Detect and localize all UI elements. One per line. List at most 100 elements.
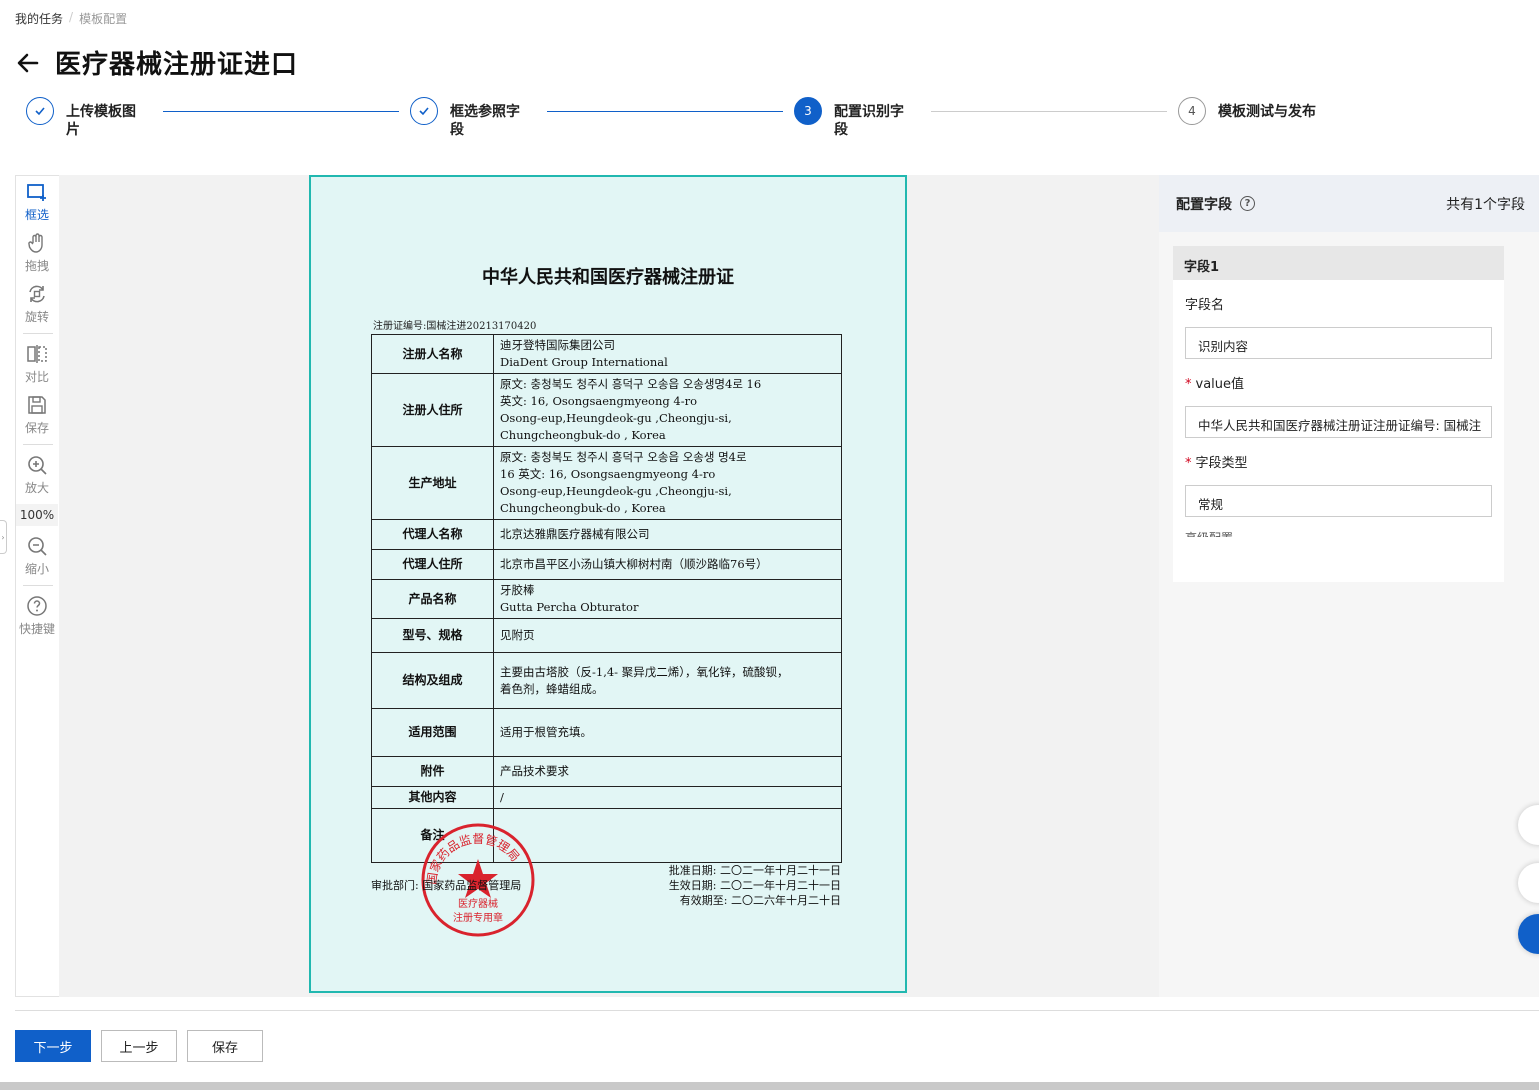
config-panel: 配置字段 ? 共有1个字段 字段1 字段名 识别内容 * value值 中华人民共… — [1159, 175, 1539, 997]
document-row-key: 代理人名称 — [371, 519, 494, 550]
type-label-text: 字段类型 — [1195, 456, 1248, 471]
breadcrumb-current: 模板配置 — [79, 12, 128, 26]
value-input[interactable]: 中华人民共和国医疗器械注册证注册证编号: 国械注 — [1185, 406, 1492, 438]
approve-date: 批准日期: 二〇二一年十月二十一日 — [668, 864, 841, 877]
help-icon[interactable]: ? — [1240, 196, 1255, 211]
select-tool-label: 框选 — [24, 207, 49, 222]
zoom-out-tool[interactable]: 缩小 — [16, 530, 58, 581]
image-canvas[interactable]: 中华人民共和国医疗器械注册证 注册证编号:国械注进20213170420 注册人… — [59, 175, 1159, 997]
document-row-line: Chungcheongbuk-do , Korea — [500, 428, 666, 442]
breadcrumb-home[interactable]: 我的任务 — [15, 10, 63, 27]
step-label: 配置识别字段 — [834, 104, 904, 138]
step-4: 4 模板测试与发布 — [1178, 97, 1338, 125]
prev-button[interactable]: 上一步 — [101, 1030, 177, 1062]
zoom-in-tool[interactable]: 放大 — [16, 449, 58, 500]
taskbar — [0, 1082, 1539, 1090]
step-connector — [931, 111, 1167, 112]
field-name-label: 字段名 — [1185, 298, 1225, 313]
back-arrow-icon[interactable] — [15, 50, 41, 76]
document-row: 其他内容 / — [371, 786, 842, 809]
tool-sidebar: 框选 拖拽 旋转 对比 保存 放大 100% 缩小 快捷键 — [15, 175, 59, 997]
document-row: 生产地址 原文: 충청북도 청주시 흥덕구 오송읍 오송생 명4로 16 英文: 1… — [371, 446, 842, 520]
divider — [22, 585, 53, 586]
document-row: 代理人名称 北京达雅鼎医疗器械有限公司 — [371, 519, 842, 550]
stepper: 上传模板图片 框选参照字段 3 配置识别字段 4 模板测试与发布 — [26, 97, 1346, 147]
document-row-value: 见附页 — [493, 618, 842, 653]
document-row-key: 结构及组成 — [371, 652, 494, 709]
document-row-key: 注册人名称 — [371, 334, 494, 374]
document-row-value: 主要由古塔胶（反-1,4- 聚异戊二烯），氧化锌，硫酸钡， 着色剂，蜂蜡组成。 — [493, 652, 842, 709]
step-number: 4 — [1178, 97, 1206, 125]
document-table: 注册人名称 迪牙登特国际集团公司 DiaDent Group Internation… — [371, 334, 842, 863]
document-row-value: 北京达雅鼎医疗器械有限公司 — [493, 519, 842, 550]
required-mark: * — [1185, 377, 1192, 392]
document-reg-no: 注册证编号:国械注进20213170420 — [373, 321, 537, 332]
breadcrumb: 我的任务 / 模板配置 — [15, 10, 127, 27]
document-row-value: 迪牙登特国际集团公司 DiaDent Group International — [493, 334, 842, 374]
field-name-input[interactable]: 识别内容 — [1185, 327, 1492, 359]
shortcuts-tool[interactable]: 快捷键 — [16, 590, 58, 641]
document-row-line: 北京市昌平区小汤山镇大柳树村南（顺沙路临76号） — [500, 557, 768, 571]
field-card-header[interactable]: 字段1 — [1173, 246, 1504, 280]
divider — [22, 333, 53, 334]
title-row: 医疗器械注册证进口 — [15, 44, 298, 81]
select-tool[interactable]: 框选 — [16, 176, 58, 227]
drag-tool[interactable]: 拖拽 — [16, 227, 58, 278]
document-row-line: 英文: 16, Osongsaengmyeong 4-ro — [500, 394, 698, 408]
stamp-inner-1: 医疗器械 — [458, 897, 498, 910]
compare-tool[interactable]: 对比 — [16, 338, 58, 389]
document-row: 结构及组成 主要由古塔胶（反-1,4- 聚异戊二烯），氧化锌，硫酸钡， 着色剂，蜂蜡… — [371, 652, 842, 709]
document-row-key: 型号、规格 — [371, 618, 494, 653]
document-row-value: 适用于根管充填。 — [493, 708, 842, 757]
document-row-line: 产品技术要求 — [500, 764, 569, 778]
advanced-config-label[interactable]: 高级配置 — [1185, 529, 1504, 537]
step-number: 3 — [794, 97, 822, 125]
rotate-tool[interactable]: 旋转 — [16, 278, 58, 329]
footer-divider — [15, 1010, 1539, 1011]
step-1: 上传模板图片 — [26, 97, 146, 139]
zoom-in-icon — [28, 455, 47, 475]
zoom-out-icon — [28, 536, 47, 556]
check-icon — [410, 97, 438, 125]
field-type-select[interactable]: 常规 — [1185, 485, 1492, 517]
document-row-line: 见附页 — [500, 628, 535, 642]
compare-tool-label: 对比 — [24, 369, 49, 384]
expand-handle[interactable]: › — [0, 520, 7, 554]
document-row-line: Gutta Percha Obturator — [500, 600, 639, 614]
step-3: 3 配置识别字段 — [794, 97, 914, 139]
question-icon — [27, 595, 47, 616]
document-row-key: 产品名称 — [371, 579, 494, 619]
expiry-date: 有效期至: 二〇二六年十月二十日 — [679, 894, 841, 907]
document-row: 注册人住所 原文: 충청북도 청주시 흥덕구 오송읍 오송생명4로 16 英文: 1… — [371, 373, 842, 447]
check-icon — [26, 97, 54, 125]
document-row-key: 生产地址 — [371, 446, 494, 520]
next-button[interactable]: 下一步 — [15, 1030, 91, 1062]
document-row-line: 牙胶棒 — [500, 583, 535, 597]
panel-header: 配置字段 ? 共有1个字段 — [1159, 175, 1539, 232]
hand-icon — [28, 232, 43, 253]
document-row-line: 16 英文: 16, Osongsaengmyeong 4-ro — [500, 467, 716, 481]
document-row-line: 主要由古塔胶（反-1,4- 聚异戊二烯），氧化锌，硫酸钡， — [500, 664, 789, 679]
field-count: 共有1个字段 — [1446, 196, 1525, 213]
document-row-key: 注册人住所 — [371, 373, 494, 447]
document-row-key: 代理人住所 — [371, 549, 494, 580]
document-row-line: 原文: 충청북도 청주시 흥덕구 오송읍 오송생 명4로 — [500, 450, 747, 464]
effective-date: 生效日期: 二〇二一年十月二十一日 — [668, 879, 841, 892]
document-row-line: 原文: 충청북도 청주시 흥덕구 오송읍 오송생명4로 16 — [500, 377, 762, 391]
document-row-value: 牙胶棒 Gutta Percha Obturator — [493, 579, 842, 619]
document-row-line: Chungcheongbuk-do , Korea — [500, 501, 666, 515]
document-row-value: / — [493, 786, 842, 809]
zoom-out-label: 缩小 — [24, 561, 49, 576]
save-tool[interactable]: 保存 — [16, 389, 58, 440]
document-row: 附件 产品技术要求 — [371, 756, 842, 787]
page-title: 医疗器械注册证进口 — [55, 50, 299, 80]
save-button[interactable]: 保存 — [187, 1030, 263, 1062]
shortcuts-label: 快捷键 — [18, 621, 55, 636]
drag-tool-label: 拖拽 — [24, 258, 49, 273]
zoom-in-label: 放大 — [24, 480, 49, 495]
stamp-inner-2: 注册专用章 — [453, 911, 503, 924]
step-label: 框选参照字段 — [450, 104, 520, 138]
document-image[interactable]: 中华人民共和国医疗器械注册证 注册证编号:国械注进20213170420 注册人… — [309, 175, 907, 993]
divider — [22, 444, 53, 445]
document-dates: 批准日期: 二〇二一年十月二十一日 生效日期: 二〇二一年十月二十一日 有效期至… — [651, 863, 841, 908]
